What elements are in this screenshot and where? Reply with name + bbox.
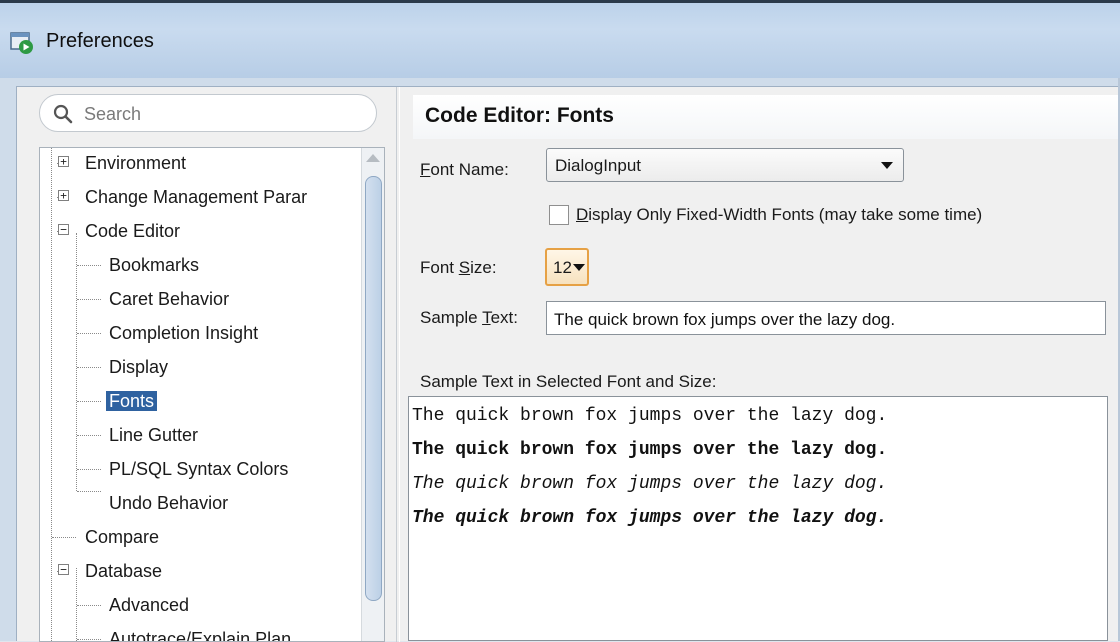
fixed-width-label[interactable]: Display Only Fixed-Width Fonts (may take… — [576, 205, 982, 225]
tree-item-display[interactable]: Display — [106, 352, 171, 382]
chevron-down-icon — [881, 162, 893, 169]
scrollbar-thumb[interactable] — [365, 176, 382, 601]
window-frame: + Environment + Change Management Parar … — [0, 78, 1120, 642]
tree-item-label: PL/SQL Syntax Colors — [109, 459, 289, 479]
preview-line-italic: The quick brown fox jumps over the lazy … — [412, 474, 888, 494]
window-title: Preferences — [46, 30, 154, 52]
page-title: Code Editor: Fonts — [425, 104, 614, 127]
tree-item-label: Autotrace/Explain Plan — [109, 629, 292, 642]
font-preview-area: The quick brown fox jumps over the lazy … — [408, 396, 1108, 641]
tree-branch-line — [77, 401, 101, 402]
sample-text-field[interactable] — [546, 301, 1106, 335]
tree-branch-line — [77, 469, 101, 470]
search-icon — [53, 104, 73, 124]
tree-branch-line — [77, 491, 101, 492]
tree-branch-line — [77, 639, 101, 640]
tree-item-label: Environment — [85, 153, 187, 173]
tree-branch-line — [77, 265, 101, 266]
tree-item-autotrace-explain-plan[interactable]: Autotrace/Explain Plan — [106, 624, 294, 642]
tree-item-label: Completion Insight — [109, 323, 259, 343]
tree-item-label-selected: Fonts — [106, 391, 158, 411]
tree-item-change-management[interactable]: + Change Management Parar — [58, 182, 310, 212]
collapse-icon[interactable]: − — [58, 564, 69, 575]
tree-item-database[interactable]: − Database — [58, 556, 165, 586]
fixed-width-checkbox[interactable] — [549, 205, 569, 225]
tree-item-label: Code Editor — [85, 221, 181, 241]
panel-header: Code Editor: Fonts — [413, 95, 1120, 139]
expand-icon[interactable]: + — [58, 190, 69, 201]
tree-item-undo-behavior[interactable]: Undo Behavior — [106, 488, 231, 518]
window-titlebar[interactable]: Preferences — [0, 0, 1120, 78]
preview-line-plain: The quick brown fox jumps over the lazy … — [412, 406, 888, 426]
font-size-value: 12 — [553, 258, 572, 277]
sample-text-label: Sample Text: — [420, 308, 518, 327]
preview-line-bold: The quick brown fox jumps over the lazy … — [412, 440, 888, 460]
tree-branch-line — [77, 333, 101, 334]
tree-item-line-gutter[interactable]: Line Gutter — [106, 420, 201, 450]
collapse-icon[interactable]: − — [58, 224, 69, 235]
tree-connector-line — [76, 233, 77, 491]
font-size-dropdown[interactable]: 12 — [545, 248, 589, 286]
tree-item-bookmarks[interactable]: Bookmarks — [106, 250, 202, 280]
tree-scrollbar[interactable] — [361, 148, 384, 641]
tree-branch-line — [77, 299, 101, 300]
scroll-up-arrow-icon[interactable] — [366, 154, 380, 162]
tree-item-label: Database — [85, 561, 163, 581]
tree-item-label: Undo Behavior — [109, 493, 229, 513]
search-box[interactable] — [39, 94, 377, 132]
tree-item-fonts[interactable]: Fonts — [106, 386, 158, 416]
tree-item-completion-insight[interactable]: Completion Insight — [106, 318, 261, 348]
expand-icon[interactable]: + — [58, 156, 69, 167]
tree-branch-line — [77, 367, 101, 368]
preferences-app-icon — [10, 32, 33, 54]
font-size-label: Font Size: — [420, 258, 497, 277]
preview-label: Sample Text in Selected Font and Size: — [420, 372, 717, 391]
tree-item-environment[interactable]: + Environment — [58, 148, 189, 178]
tree-item-caret-behavior[interactable]: Caret Behavior — [106, 284, 232, 314]
preferences-tree[interactable]: + Environment + Change Management Parar … — [39, 147, 385, 642]
chevron-down-icon — [573, 264, 585, 271]
tree-branch-line — [77, 435, 101, 436]
tree-connector-line — [51, 148, 52, 641]
sample-text-input[interactable] — [552, 308, 1096, 332]
tree-branch-line — [77, 605, 101, 606]
preview-line-bold-italic: The quick brown fox jumps over the lazy … — [412, 508, 888, 528]
tree-item-advanced[interactable]: Advanced — [106, 590, 192, 620]
font-name-value: DialogInput — [555, 156, 642, 175]
tree-item-label: Advanced — [109, 595, 190, 615]
tree-item-label: Line Gutter — [109, 425, 199, 445]
tree-item-label: Display — [109, 357, 169, 377]
tree-item-compare[interactable]: Compare — [82, 522, 162, 552]
tree-item-label: Caret Behavior — [109, 289, 230, 309]
panel-splitter-highlight — [399, 87, 400, 642]
font-name-label: Font Name: — [420, 160, 509, 179]
panel-splitter[interactable] — [396, 87, 397, 642]
tree-item-code-editor[interactable]: − Code Editor — [58, 216, 183, 246]
tree-item-label: Bookmarks — [109, 255, 200, 275]
tree-item-label: Compare — [85, 527, 160, 547]
tree-item-label: Change Management Parar — [85, 187, 308, 207]
tree-branch-line — [52, 537, 76, 538]
font-name-dropdown[interactable]: DialogInput — [546, 148, 904, 182]
tree-item-plsql-syntax-colors[interactable]: PL/SQL Syntax Colors — [106, 454, 291, 484]
search-input[interactable] — [82, 101, 366, 127]
